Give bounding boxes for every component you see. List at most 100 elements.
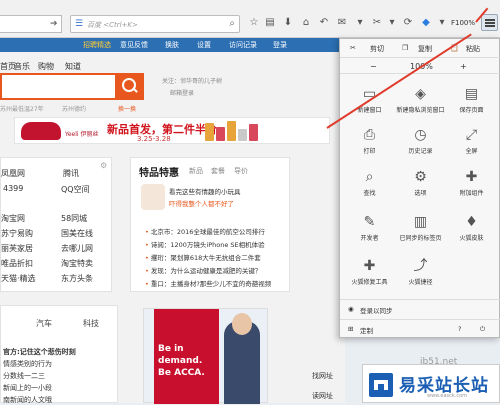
news-item[interactable]: 分数线一二三 bbox=[3, 371, 45, 381]
link-tencent[interactable]: 腾讯 bbox=[63, 168, 79, 179]
nav-settings[interactable]: 设置 bbox=[197, 40, 211, 50]
menu-item-label: 火狐捷径 bbox=[408, 279, 433, 286]
link-taobao[interactable]: 淘宝网 bbox=[1, 213, 25, 224]
link-eastday[interactable]: 东方头条 bbox=[61, 273, 93, 284]
nav-history[interactable]: 访问记录 bbox=[229, 40, 257, 50]
search-icon[interactable]: ⌕ bbox=[229, 18, 235, 29]
link-taobao-sale[interactable]: 淘宝特卖 bbox=[61, 258, 93, 269]
site-nav: 招聘精选 意见反馈 换肤 设置 访问记录 登录 bbox=[0, 38, 345, 52]
sync-row[interactable]: ◉ 登录以同步 bbox=[340, 299, 500, 318]
customize-icon: ⊞ bbox=[348, 325, 354, 333]
menu-synced-tabs[interactable]: ▥ 已同步的标签页 bbox=[394, 210, 447, 256]
acca-ad[interactable]: Be in demand. Be ACCA. bbox=[143, 308, 268, 404]
ad-banner[interactable]: Yeeli 伊丽丝 新品首发，第二件半价 3.25-3.28 bbox=[14, 117, 330, 144]
link-58[interactable]: 58同城 bbox=[61, 213, 87, 224]
chat-icon[interactable]: ✉ bbox=[336, 17, 348, 29]
banner-brand: Yeeli 伊丽丝 bbox=[65, 131, 99, 138]
menu-addons[interactable]: ✚ 附加组件 bbox=[445, 165, 498, 211]
follow-text[interactable]: 关注：邻华哥的儿子树 bbox=[162, 76, 222, 85]
addon-icon[interactable]: ◆ bbox=[420, 17, 432, 29]
products-image bbox=[205, 121, 265, 141]
refresh-icon[interactable]: ⟳ bbox=[402, 17, 414, 29]
watermark-logo: 易采站长站 www.easck.com bbox=[362, 364, 500, 403]
open-menu-button[interactable] bbox=[481, 14, 498, 31]
link-home[interactable]: 丽芙家居 bbox=[1, 243, 33, 254]
tab-cars[interactable]: 汽车 bbox=[36, 318, 52, 329]
nav-feedback[interactable]: 意见反馈 bbox=[120, 40, 148, 50]
watermark-url: www.easck.com bbox=[427, 393, 468, 399]
zoom-out-button[interactable]: − bbox=[370, 62, 377, 71]
download-icon[interactable]: ⬇ bbox=[282, 17, 294, 29]
link-gome[interactable]: 国美在线 bbox=[61, 228, 93, 239]
mask-icon: ◈ bbox=[415, 86, 426, 102]
menu-history[interactable]: ◷ 历史记录 bbox=[394, 123, 447, 169]
help-icon[interactable]: ? bbox=[458, 325, 461, 333]
deals-tab-price[interactable]: 导价 bbox=[234, 166, 248, 176]
menu-themes[interactable]: ♦ 火狐皮肤 bbox=[445, 210, 498, 256]
menu-developer[interactable]: ✎ 开发者 bbox=[343, 210, 396, 256]
nav-skin[interactable]: 换肤 bbox=[165, 40, 179, 50]
customize-button[interactable]: 定制 bbox=[360, 325, 373, 335]
link-suning[interactable]: 苏宁易购 bbox=[1, 228, 33, 239]
menu-fullscreen[interactable]: ⤢ 全屏 bbox=[445, 123, 498, 169]
main-search-button[interactable] bbox=[115, 73, 144, 100]
dropdown-icon-2[interactable]: ▾ bbox=[386, 17, 398, 29]
address-bar[interactable]: ➔ bbox=[0, 15, 62, 33]
settings-gear-icon[interactable]: ⚙ bbox=[100, 161, 107, 170]
zoom-in-button[interactable]: + bbox=[460, 62, 467, 71]
deal-item[interactable]: 攫珩：聚划算618大牛无抗组合二件套 bbox=[145, 252, 261, 262]
deals-tab-set[interactable]: 套餐 bbox=[211, 166, 225, 176]
deals-tab-new[interactable]: 新品 bbox=[189, 166, 203, 176]
mail-login-link[interactable]: 邮箱登录 bbox=[170, 88, 194, 97]
weather-hint: 苏州最低温27年 bbox=[0, 106, 44, 113]
link-tmall[interactable]: 天猫·精选 bbox=[1, 273, 36, 284]
featured-text[interactable]: 看完这些有情趣的小玩具 bbox=[169, 186, 241, 196]
product-thumbnail[interactable] bbox=[141, 184, 165, 210]
category-zhidao[interactable]: 知道 bbox=[65, 61, 81, 72]
reading-list-icon[interactable]: ▤ bbox=[264, 17, 276, 29]
link-4399[interactable]: 4399 bbox=[3, 184, 23, 193]
link-ifeng[interactable]: 凤凰网 bbox=[1, 168, 25, 179]
link-vip[interactable]: 唯品折扣 bbox=[1, 258, 33, 269]
screenshot-icon[interactable]: ✂ bbox=[371, 17, 383, 29]
menu-shortcut[interactable]: ⤴ 火狐捷径 bbox=[394, 254, 447, 300]
zoom-readout[interactable]: F100% bbox=[451, 19, 475, 27]
menu-options[interactable]: ⚙ 选项 bbox=[394, 165, 447, 211]
bookmark-star-icon[interactable]: ☆ bbox=[248, 17, 260, 29]
link-qunar[interactable]: 去哪儿网 bbox=[61, 243, 93, 254]
tab-tech[interactable]: 科技 bbox=[83, 318, 99, 329]
back-icon[interactable]: ↶ bbox=[318, 17, 330, 29]
paste-button[interactable]: 粘贴 bbox=[466, 44, 480, 54]
side-read-url[interactable]: 读网址 bbox=[312, 391, 333, 401]
menu-repair-tool[interactable]: ✚ 火狐修复工具 bbox=[343, 254, 396, 300]
nav-jobs[interactable]: 招聘精选 bbox=[83, 40, 111, 50]
copy-button[interactable]: 复制 bbox=[418, 44, 432, 54]
go-arrow-icon[interactable]: ➔ bbox=[50, 19, 58, 29]
deal-item[interactable]: 发现：为什么运动健康是减肥的关键？ bbox=[145, 265, 262, 275]
news-item[interactable]: 南新闻的人文哦 bbox=[3, 395, 52, 405]
search-bar[interactable]: ☰ 百度 <Ctrl+K> ⌕ bbox=[70, 15, 240, 33]
menu-private-window[interactable]: ◈ 新建隐私浏览窗口 bbox=[394, 82, 447, 128]
news-item[interactable]: 新闻上的一小段 bbox=[3, 383, 52, 393]
category-shopping[interactable]: 购物 bbox=[38, 61, 54, 72]
menu-item-label: 已同步的标签页 bbox=[399, 235, 442, 242]
news-item[interactable]: 官方:记住这个悲伤时刻 bbox=[3, 347, 76, 357]
link-qzone[interactable]: QQ空间 bbox=[61, 184, 90, 195]
nav-login[interactable]: 登录 bbox=[273, 40, 287, 50]
deal-item[interactable]: 诗阅：1200万镜头iPhone SE相机体验 bbox=[145, 239, 265, 249]
deal-item[interactable]: 北京市：2016全球最佳的航空公司排行 bbox=[145, 226, 265, 236]
menu-save-page[interactable]: ▤ 保存页面 bbox=[445, 82, 498, 128]
deal-item[interactable]: 重口：主播身材?那些少儿不宜的奇葩视频 bbox=[145, 278, 271, 288]
side-find-url[interactable]: 找网址 bbox=[312, 371, 333, 381]
refresh-link[interactable]: 换一换 bbox=[118, 104, 136, 113]
featured-highlight[interactable]: 吓得我整个人都不好了 bbox=[169, 198, 284, 208]
quit-icon[interactable]: ⏻ bbox=[480, 325, 485, 334]
dropdown-icon[interactable]: ▾ bbox=[354, 17, 366, 29]
dropdown-icon-3[interactable]: ▾ bbox=[436, 17, 448, 29]
menu-print[interactable]: ⎙ 打印 bbox=[343, 123, 396, 169]
home-icon[interactable]: ⌂ bbox=[300, 17, 312, 29]
menu-find[interactable]: ⌕ 查找 bbox=[343, 165, 396, 211]
cut-button[interactable]: 剪切 bbox=[370, 44, 384, 54]
category-music[interactable]: 音乐 bbox=[14, 61, 30, 72]
news-item[interactable]: 情感类别的行为 bbox=[3, 359, 52, 369]
